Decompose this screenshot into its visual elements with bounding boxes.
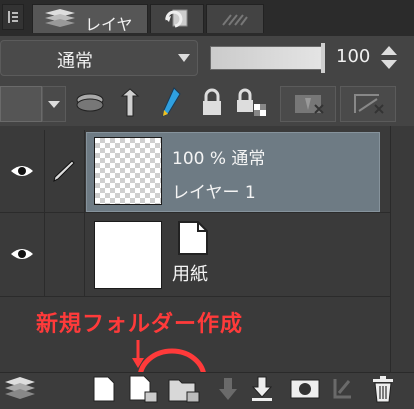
new-vector-layer-icon	[129, 375, 158, 403]
lock-icon[interactable]	[198, 88, 226, 118]
tab-layer[interactable]: レイヤー	[32, 4, 148, 58]
eye-icon[interactable]	[10, 246, 34, 262]
new-folder-icon	[168, 379, 200, 403]
layer-color-dropdown[interactable]	[42, 86, 66, 122]
paper-layer-icon	[178, 221, 208, 255]
layer-opacity-mode: 100 % 通常	[172, 149, 266, 169]
merge-down-button[interactable]	[248, 372, 276, 406]
material-icon	[222, 14, 248, 26]
layer-color-swatch[interactable]	[0, 86, 42, 122]
create-mask-button[interactable]	[288, 372, 322, 406]
edit-pen-icon	[53, 160, 75, 182]
layer-name: 用紙	[172, 264, 208, 285]
new-raster-layer-button[interactable]	[90, 372, 118, 406]
new-vector-layer-button[interactable]	[126, 372, 160, 406]
layer-row[interactable]: 100 % 通常 レイヤー 1	[0, 130, 390, 213]
opacity-spinner[interactable]	[378, 44, 400, 72]
paper-thumbnail	[94, 221, 162, 289]
eye-icon[interactable]	[10, 163, 34, 179]
blend-mode-select[interactable]: 通常	[0, 40, 198, 76]
layers-icon	[5, 377, 35, 399]
new-folder-button[interactable]	[166, 372, 202, 406]
transfer-down-button[interactable]	[214, 372, 242, 406]
merge-down-icon	[251, 376, 273, 401]
tab-undo-history[interactable]	[150, 4, 204, 33]
mask-icon	[295, 95, 324, 114]
new-layer-icon	[93, 376, 115, 402]
layer-row[interactable]: 用紙	[0, 212, 390, 297]
lock-transparent-icon[interactable]	[234, 88, 270, 118]
delete-mask-button[interactable]	[340, 86, 396, 122]
clip-mask-icon[interactable]	[74, 90, 106, 116]
trash-icon	[373, 376, 393, 403]
delete-layer-button[interactable]	[366, 372, 400, 406]
tab-material[interactable]	[206, 4, 264, 33]
panel-menu-button[interactable]	[2, 4, 24, 30]
layers-icon	[45, 9, 75, 27]
blend-mode-value: 通常	[57, 51, 93, 72]
reference-layer-icon[interactable]	[118, 86, 142, 120]
dropdown-icon	[48, 101, 60, 108]
layer-settings-button[interactable]	[2, 372, 38, 406]
layer-list-scrollbar[interactable]	[390, 126, 414, 372]
layer-thumbnail	[94, 137, 162, 205]
mask-button[interactable]	[280, 86, 336, 122]
layer-mask-icon	[290, 379, 320, 399]
clip-below-icon	[333, 379, 351, 399]
menu-icon	[8, 11, 18, 23]
chevron-down-icon	[178, 54, 190, 62]
layer-name: レイヤー 1	[172, 183, 256, 203]
transfer-down-icon	[219, 378, 237, 400]
undo-history-icon	[165, 9, 188, 28]
clip-below-button[interactable]	[328, 372, 356, 406]
draft-pen-icon[interactable]	[158, 86, 186, 120]
opacity-slider[interactable]	[210, 43, 325, 73]
opacity-value: 100	[336, 46, 371, 67]
delete-mask-icon	[354, 94, 384, 114]
